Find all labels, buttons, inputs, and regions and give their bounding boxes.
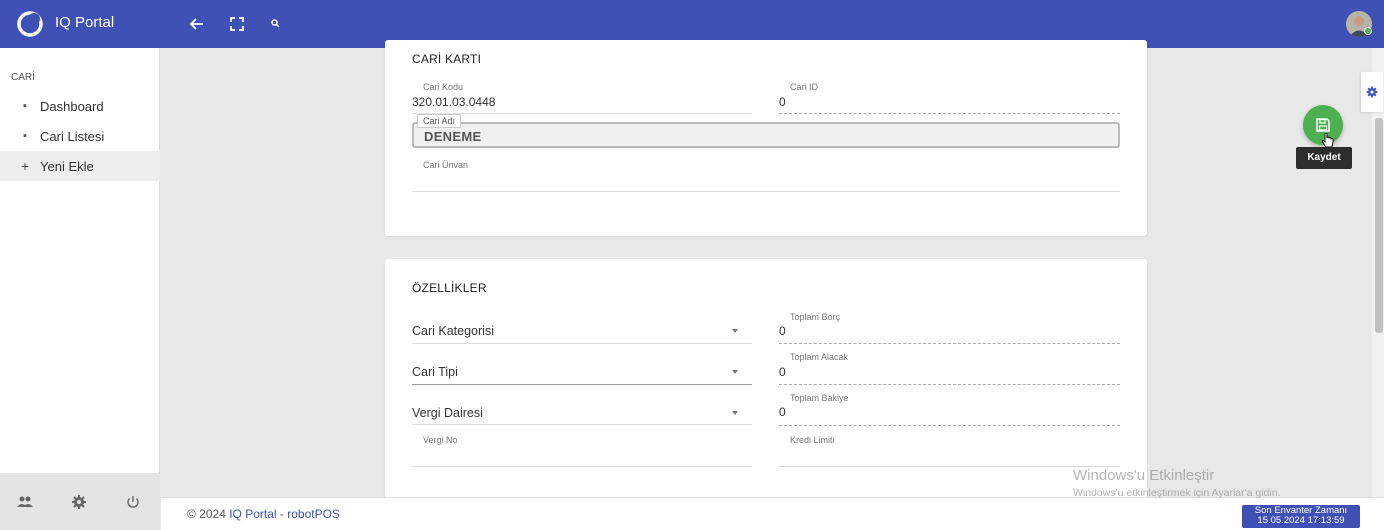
cari-adi-value: DENEME xyxy=(424,129,482,144)
cari-id-label: Cari ID xyxy=(790,82,819,92)
plus-icon: + xyxy=(20,158,30,174)
ozellikler-card: ÖZELLİKLER Cari Kategorisi Cari Tipi Ver… xyxy=(385,259,1147,509)
grid-icon: ▪ xyxy=(23,100,27,112)
sidebar-section-title: CARİ xyxy=(11,72,35,83)
toplam-borc-field: 0 xyxy=(779,324,786,338)
chevron-down-icon xyxy=(732,329,738,333)
sidebar-item-label: Dashboard xyxy=(40,98,104,114)
kredi-limiti-input[interactable] xyxy=(779,448,1120,466)
sidebar-item-label: Yeni Ekle xyxy=(40,158,94,174)
windows-activation-subtitle: Windows'u etkinleştirmek için Ayarlar'a … xyxy=(1073,487,1281,499)
inventory-time-badge: Son Envanter Zamanı 15.05.2024 17:13:59 xyxy=(1242,505,1360,528)
windows-activation-title: Windows'u Etkinleştir xyxy=(1073,467,1215,484)
toplam-borc-underline xyxy=(779,343,1120,344)
footer-copyright: © 2024 IQ Portal - robotPOS xyxy=(187,507,340,521)
settings-gear-icon[interactable] xyxy=(70,493,88,511)
toplam-alacak-underline xyxy=(779,384,1120,385)
fullscreen-icon[interactable] xyxy=(227,14,247,34)
scrollbar-thumb[interactable] xyxy=(1375,118,1383,333)
toplam-alacak-field: 0 xyxy=(779,365,786,379)
sidebar-item-label: Cari Listesi xyxy=(40,128,105,144)
app-title[interactable]: IQ Portal xyxy=(55,14,114,31)
select-underline xyxy=(412,384,752,385)
toplam-borc-label: Toplam Borç xyxy=(790,312,841,322)
grid-icon: ▪ xyxy=(23,130,27,142)
toplam-bakiye-underline xyxy=(779,425,1120,426)
power-icon[interactable] xyxy=(124,493,142,511)
copyright-text: © 2024 xyxy=(187,507,230,521)
sidebar-item-dashboard[interactable]: ▪ Dashboard xyxy=(0,91,160,121)
cari-unvan-label: Cari Ünvan xyxy=(423,160,469,170)
vergi-no-input[interactable] xyxy=(412,448,752,466)
card-title: CARİ KARTI xyxy=(412,52,482,66)
select-underline xyxy=(412,424,752,425)
footer: © 2024 IQ Portal - robotPOS xyxy=(161,497,1384,530)
toplam-bakiye-field: 0 xyxy=(779,405,786,419)
toplam-bakiye-label: Toplam Bakiye xyxy=(790,393,849,403)
chevron-down-icon xyxy=(732,370,738,374)
cari-kodu-underline xyxy=(412,113,752,114)
sidebar-item-cari-listesi[interactable]: ▪ Cari Listesi xyxy=(0,121,160,151)
cari-karti-card: CARİ KARTI Cari Kodu 320.01.03.0448 Cari… xyxy=(385,40,1147,236)
cari-id-field: 0 xyxy=(779,95,786,109)
back-arrow-icon[interactable] xyxy=(187,14,207,34)
sidebar-footer xyxy=(0,473,160,530)
save-tooltip: Kaydet xyxy=(1296,147,1352,169)
page-scrollbar[interactable] xyxy=(1372,48,1384,498)
kredi-limiti-label: Kredi Limiti xyxy=(790,435,835,445)
vergi-no-label: Vergi No xyxy=(423,435,458,445)
app-logo-icon[interactable] xyxy=(15,9,45,39)
cari-tipi-label: Cari Tipi xyxy=(412,365,458,379)
kredi-limiti-underline xyxy=(779,466,1120,467)
select-underline xyxy=(412,343,752,344)
cari-kategorisi-label: Cari Kategorisi xyxy=(412,324,494,338)
chevron-down-icon xyxy=(732,411,738,415)
cari-id-underline xyxy=(779,113,1120,114)
sidebar: CARİ ▪ Dashboard ▪ Cari Listesi + Yeni E… xyxy=(0,48,160,530)
cari-unvan-input[interactable] xyxy=(412,173,1120,191)
gear-icon xyxy=(1366,86,1378,98)
users-icon[interactable] xyxy=(16,493,34,511)
save-floppy-icon xyxy=(1316,118,1330,132)
sidebar-item-yeni-ekle[interactable]: + Yeni Ekle xyxy=(0,151,160,181)
online-status-icon xyxy=(1364,27,1372,35)
cari-kodu-field[interactable]: 320.01.03.0448 xyxy=(412,95,495,109)
vergi-no-underline xyxy=(412,466,752,467)
inventory-time: 15.05.2024 17:13:59 xyxy=(1257,515,1345,526)
cari-adi-label: Cari Adı xyxy=(417,114,462,128)
toplam-alacak-label: Toplam Alacak xyxy=(790,352,849,362)
search-icon[interactable] xyxy=(266,14,286,34)
cari-kodu-label: Cari Kodu xyxy=(423,82,464,92)
cari-adi-input[interactable]: DENEME xyxy=(412,122,1120,148)
settings-panel-toggle[interactable] xyxy=(1361,72,1383,112)
cari-unvan-underline xyxy=(412,191,1120,192)
card-title: ÖZELLİKLER xyxy=(412,281,487,295)
vergi-dairesi-label: Vergi Dairesi xyxy=(412,406,483,420)
footer-link[interactable]: IQ Portal - robotPOS xyxy=(229,507,340,521)
